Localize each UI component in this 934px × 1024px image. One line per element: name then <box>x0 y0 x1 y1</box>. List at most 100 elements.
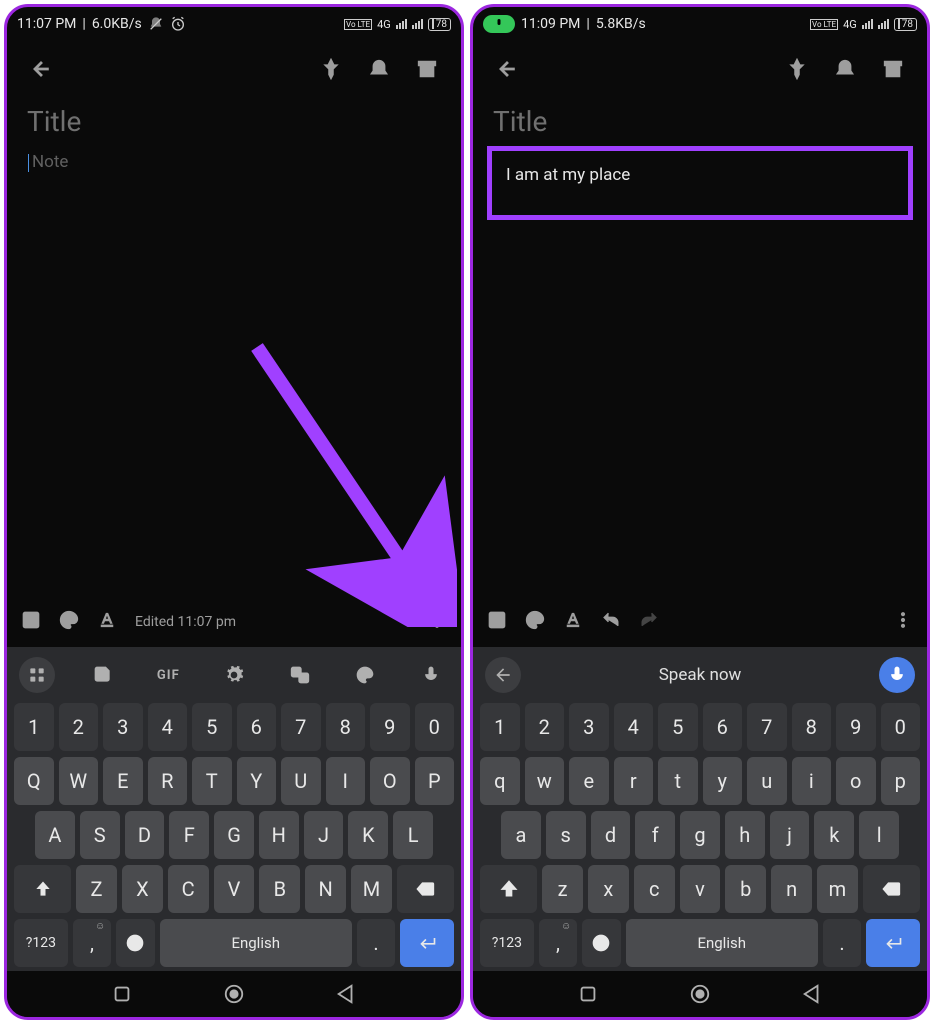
key-t[interactable]: t <box>658 757 698 805</box>
back-button[interactable] <box>21 49 61 89</box>
key-a[interactable]: A <box>35 811 75 859</box>
mic-active-pill[interactable] <box>483 15 515 33</box>
kb-sticker-icon[interactable] <box>85 657 121 693</box>
key-i[interactable]: i <box>792 757 832 805</box>
nav-back[interactable] <box>801 983 823 1005</box>
redo-button[interactable] <box>639 610 659 634</box>
period-key[interactable]: . <box>357 919 395 967</box>
enter-key[interactable] <box>400 919 454 967</box>
key-w[interactable]: W <box>59 757 99 805</box>
key-f[interactable]: f <box>635 811 675 859</box>
key-a[interactable]: a <box>501 811 541 859</box>
key-8[interactable]: 8 <box>792 703 832 751</box>
key-w[interactable]: w <box>525 757 565 805</box>
key-h[interactable]: H <box>259 811 299 859</box>
key-4[interactable]: 4 <box>148 703 188 751</box>
key-5[interactable]: 5 <box>192 703 232 751</box>
text-format-button[interactable] <box>97 610 117 634</box>
key-1[interactable]: 1 <box>14 703 54 751</box>
key-r[interactable]: r <box>614 757 654 805</box>
symbols-key[interactable]: ?123 <box>14 919 68 967</box>
more-button[interactable] <box>893 610 913 634</box>
symbols-key[interactable]: ?123 <box>480 919 534 967</box>
add-button[interactable] <box>487 610 507 634</box>
backspace-key[interactable] <box>863 865 920 913</box>
key-b[interactable]: b <box>725 865 766 913</box>
undo-button[interactable] <box>601 610 621 634</box>
key-z[interactable]: Z <box>76 865 117 913</box>
comma-key[interactable]: ☺, <box>539 919 577 967</box>
key-j[interactable]: j <box>770 811 810 859</box>
key-3[interactable]: 3 <box>569 703 609 751</box>
key-p[interactable]: p <box>881 757 921 805</box>
key-x[interactable]: x <box>588 865 629 913</box>
key-9[interactable]: 9 <box>370 703 410 751</box>
palette-button[interactable] <box>525 610 545 634</box>
kb-theme-icon[interactable] <box>347 657 383 693</box>
key-g[interactable]: g <box>680 811 720 859</box>
key-4[interactable]: 4 <box>614 703 654 751</box>
key-k[interactable]: k <box>814 811 854 859</box>
key-q[interactable]: q <box>480 757 520 805</box>
title-input[interactable]: Title <box>27 105 441 138</box>
key-2[interactable]: 2 <box>59 703 99 751</box>
key-7[interactable]: 7 <box>747 703 787 751</box>
more-button[interactable] <box>427 610 447 634</box>
nav-home[interactable] <box>689 983 711 1005</box>
key-v[interactable]: v <box>680 865 721 913</box>
kb-back-icon[interactable] <box>485 657 521 693</box>
enter-key[interactable] <box>866 919 920 967</box>
reminder-button[interactable] <box>359 49 399 89</box>
key-6[interactable]: 6 <box>237 703 277 751</box>
pin-button[interactable] <box>777 49 817 89</box>
key-h[interactable]: h <box>725 811 765 859</box>
nav-home[interactable] <box>223 983 245 1005</box>
key-q[interactable]: Q <box>14 757 54 805</box>
key-s[interactable]: s <box>546 811 586 859</box>
kb-gif-button[interactable]: GIF <box>150 657 186 693</box>
shift-key[interactable] <box>14 865 71 913</box>
key-x[interactable]: X <box>122 865 163 913</box>
key-c[interactable]: C <box>168 865 209 913</box>
kb-settings-icon[interactable] <box>216 657 252 693</box>
note-area[interactable]: Title Note <box>7 97 461 597</box>
key-7[interactable]: 7 <box>281 703 321 751</box>
key-l[interactable]: L <box>393 811 433 859</box>
note-area[interactable]: Title I am at my place <box>473 97 927 597</box>
palette-button[interactable] <box>59 610 79 634</box>
reminder-button[interactable] <box>825 49 865 89</box>
key-y[interactable]: Y <box>237 757 277 805</box>
key-p[interactable]: P <box>415 757 455 805</box>
key-i[interactable]: I <box>326 757 366 805</box>
title-input[interactable]: Title <box>493 105 907 138</box>
key-k[interactable]: K <box>348 811 388 859</box>
key-l[interactable]: l <box>859 811 899 859</box>
key-3[interactable]: 3 <box>103 703 143 751</box>
archive-button[interactable] <box>407 49 447 89</box>
language-key[interactable] <box>582 919 620 967</box>
key-e[interactable]: e <box>569 757 609 805</box>
language-key[interactable] <box>116 919 154 967</box>
key-u[interactable]: u <box>747 757 787 805</box>
archive-button[interactable] <box>873 49 913 89</box>
shift-key[interactable] <box>480 865 537 913</box>
key-r[interactable]: R <box>148 757 188 805</box>
text-format-button[interactable] <box>563 610 583 634</box>
key-9[interactable]: 9 <box>836 703 876 751</box>
nav-back[interactable] <box>335 983 357 1005</box>
key-0[interactable]: 0 <box>415 703 455 751</box>
key-o[interactable]: O <box>370 757 410 805</box>
key-u[interactable]: U <box>281 757 321 805</box>
key-g[interactable]: G <box>214 811 254 859</box>
backspace-key[interactable] <box>397 865 454 913</box>
key-n[interactable]: N <box>305 865 346 913</box>
pin-button[interactable] <box>311 49 351 89</box>
space-key[interactable]: English <box>160 919 352 967</box>
key-n[interactable]: n <box>771 865 812 913</box>
back-button[interactable] <box>487 49 527 89</box>
key-m[interactable]: M <box>351 865 392 913</box>
key-s[interactable]: S <box>80 811 120 859</box>
nav-recents[interactable] <box>577 983 599 1005</box>
period-key[interactable]: . <box>823 919 861 967</box>
key-d[interactable]: d <box>591 811 631 859</box>
